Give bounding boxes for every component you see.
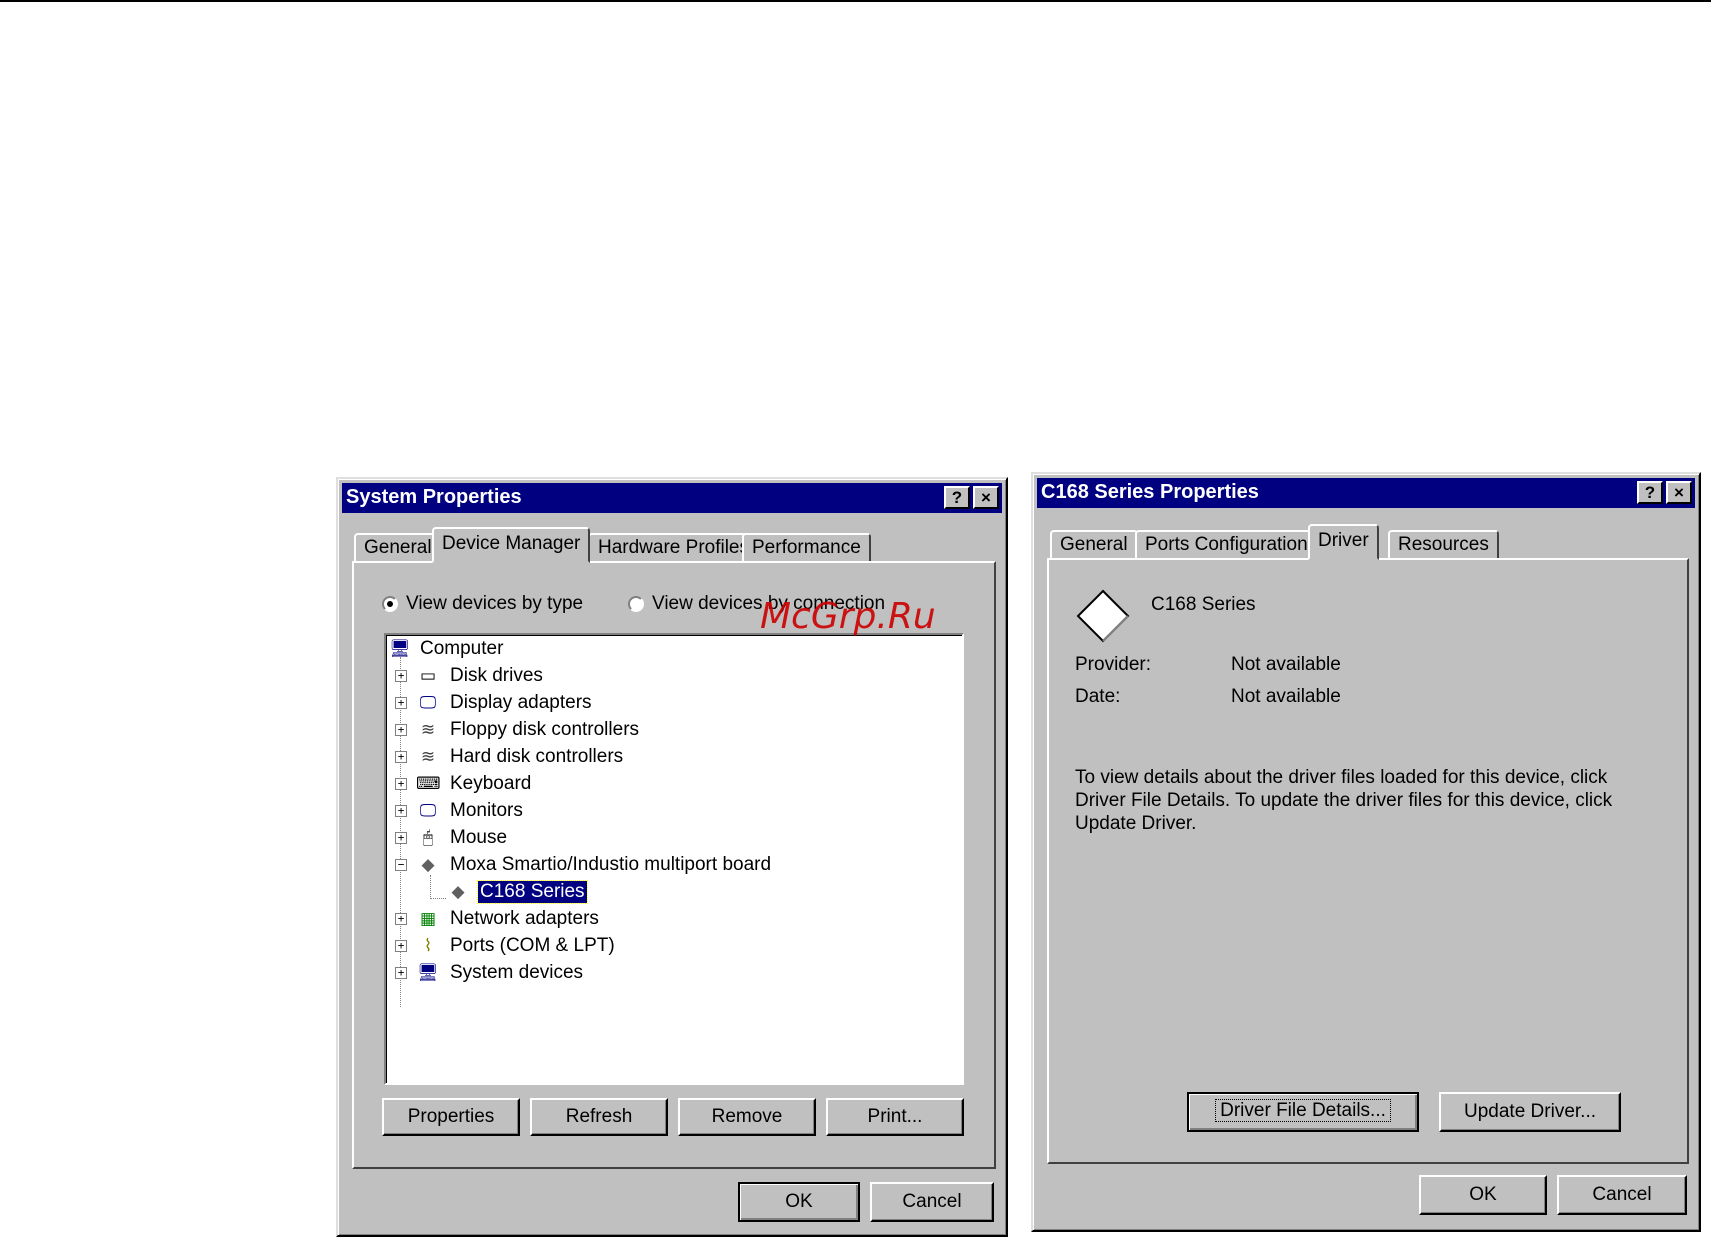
properties-button[interactable]: Properties	[382, 1098, 520, 1136]
provider-label: Provider:	[1075, 654, 1152, 675]
watermark: McGrp.Ru	[760, 596, 936, 637]
top-rule	[0, 0, 1711, 2]
title-bar[interactable]: System Properties ? ×	[342, 483, 1002, 513]
c168-properties-window: C168 Series Properties ? × General Ports…	[1031, 472, 1701, 1232]
expand-icon[interactable]: +	[395, 967, 407, 979]
expand-icon[interactable]: +	[395, 724, 407, 736]
expand-icon[interactable]: +	[395, 697, 407, 709]
close-button[interactable]: ×	[1666, 481, 1692, 504]
tree-item-label: Computer	[420, 638, 504, 659]
tree-item-label: Floppy disk controllers	[450, 719, 640, 740]
port-icon: ⌇	[423, 936, 433, 955]
floppy-controller-icon: ≋	[420, 720, 436, 739]
device-manager-panel: View devices by type View devices by con…	[352, 561, 996, 1169]
tab-hardware-profiles[interactable]: Hardware Profiles	[588, 533, 759, 563]
help-button[interactable]: ?	[944, 486, 970, 509]
tree-item-label: Ports (COM & LPT)	[450, 935, 615, 956]
tab-performance[interactable]: Performance	[742, 533, 871, 563]
expand-icon[interactable]: +	[395, 940, 407, 952]
device-tree[interactable]: 🖥 Computer + ▭ Disk drives + 🖵 Display a…	[384, 633, 964, 1085]
monitor-icon: 🖵	[419, 801, 437, 820]
tree-item-label: Network adapters	[450, 908, 599, 929]
multiport-board-icon: ◆	[421, 855, 435, 874]
device-diamond-icon	[1076, 589, 1130, 643]
expand-icon[interactable]: +	[395, 832, 407, 844]
tab-general[interactable]: General	[1050, 530, 1138, 560]
radio-label: View devices by type	[406, 593, 584, 614]
computer-icon: 🖥	[389, 639, 411, 658]
mouse-icon: 🖱	[422, 828, 434, 847]
date-value: Not available	[1231, 686, 1341, 707]
title-bar[interactable]: C168 Series Properties ? ×	[1037, 478, 1695, 508]
tree-item-label: C168 Series	[477, 880, 588, 904]
tab-resources[interactable]: Resources	[1388, 530, 1499, 560]
tab-driver[interactable]: Driver	[1308, 524, 1379, 560]
tree-connector	[430, 898, 446, 899]
tab-general[interactable]: General	[354, 533, 442, 563]
driver-panel: C168 Series Provider: Not available Date…	[1047, 558, 1689, 1164]
date-label: Date:	[1075, 686, 1121, 707]
tree-item-label: Keyboard	[450, 773, 532, 794]
tab-ports-configuration[interactable]: Ports Configuration	[1135, 530, 1318, 560]
device-diamond-icon: ◆	[451, 882, 465, 901]
window-title: C168 Series Properties	[1041, 481, 1259, 503]
update-driver-button[interactable]: Update Driver...	[1439, 1092, 1621, 1132]
expand-icon[interactable]: +	[395, 778, 407, 790]
remove-button[interactable]: Remove	[678, 1098, 816, 1136]
tab-device-manager[interactable]: Device Manager	[432, 527, 591, 563]
ok-button[interactable]: OK	[738, 1182, 860, 1222]
display-adapter-icon: 🖵	[419, 693, 437, 712]
expand-icon[interactable]: +	[395, 670, 407, 682]
cancel-button[interactable]: Cancel	[1557, 1175, 1687, 1215]
system-devices-icon: 🖥	[417, 963, 439, 982]
tree-item-label: Mouse	[450, 827, 508, 848]
print-button[interactable]: Print...	[826, 1098, 964, 1136]
hard-disk-controller-icon: ≋	[420, 747, 436, 766]
tree-item-label: System devices	[450, 962, 584, 983]
cancel-button[interactable]: Cancel	[870, 1182, 994, 1222]
refresh-button[interactable]: Refresh	[530, 1098, 668, 1136]
expand-icon[interactable]: +	[395, 751, 407, 763]
window-title: System Properties	[346, 486, 522, 508]
tree-item-label: Disk drives	[450, 665, 543, 686]
tree-item-label: Monitors	[450, 800, 523, 821]
close-button[interactable]: ×	[973, 486, 999, 509]
help-button[interactable]: ?	[1637, 481, 1663, 504]
button-label: Driver File Details...	[1215, 1099, 1391, 1122]
driver-file-details-button[interactable]: Driver File Details...	[1187, 1092, 1419, 1132]
network-adapter-icon: ▦	[419, 909, 437, 928]
radio-unselected-icon	[628, 596, 644, 612]
system-properties-window: System Properties ? × General Device Man…	[336, 477, 1008, 1237]
tree-item-label: Display adapters	[450, 692, 592, 713]
tree-connector	[430, 875, 431, 899]
expand-icon[interactable]: +	[395, 805, 407, 817]
provider-value: Not available	[1231, 654, 1341, 675]
radio-selected-icon	[382, 596, 398, 612]
tree-item-label: Moxa Smartio/Industio multiport board	[450, 854, 772, 875]
driver-description: To view details about the driver files l…	[1075, 767, 1613, 834]
collapse-icon[interactable]: −	[395, 859, 407, 871]
keyboard-icon: ⌨	[416, 774, 441, 793]
ok-button[interactable]: OK	[1419, 1175, 1547, 1215]
device-name: C168 Series	[1151, 594, 1256, 615]
tree-item-label: Hard disk controllers	[450, 746, 624, 767]
expand-icon[interactable]: +	[395, 913, 407, 925]
radio-view-by-type[interactable]: View devices by type	[382, 593, 583, 615]
disk-drive-icon: ▭	[419, 666, 437, 685]
